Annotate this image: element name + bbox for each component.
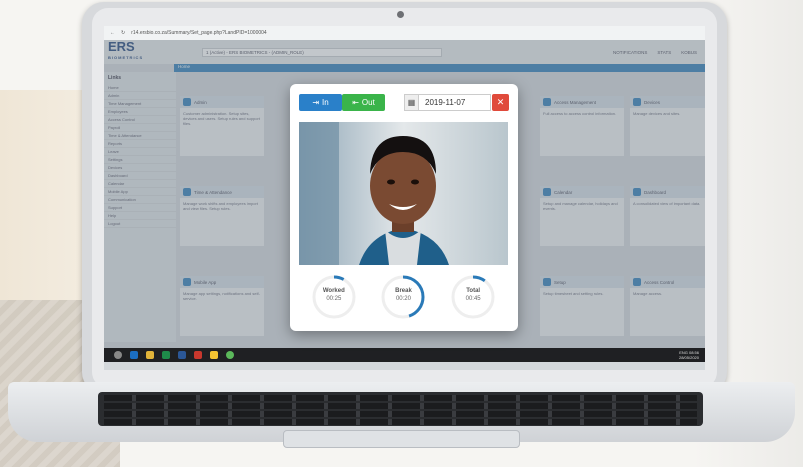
url-text[interactable]: r14.ersbio.co.za/Summary/Set_page.php?La… [131,30,267,36]
clear-date-button[interactable]: ✕ [492,94,509,111]
clock-in-label: In [322,98,329,107]
calendar-icon[interactable]: ▦ [404,94,419,111]
key-row [104,411,697,417]
date-input[interactable] [419,94,491,111]
chrome-icon[interactable] [146,351,154,359]
clock-out-label: Out [361,98,375,107]
app-icon[interactable] [226,351,234,359]
touchpad [283,430,520,448]
time-gauges: Worked 00:25 Break 00:20 Total 00:45 [299,270,508,324]
clock-in-button[interactable]: ⇥ In [299,94,342,111]
gauge-total: Total 00:45 [450,274,496,320]
system-tray: ENG 08:56 28/05/2020 [679,350,705,360]
pdf-icon[interactable] [194,351,202,359]
gauge-value: 00:25 [326,296,342,302]
sign-in-icon: ⇥ [312,98,320,107]
portrait-illustration [299,122,508,265]
sign-out-icon: ⇤ [352,98,359,107]
search-icon[interactable] [114,351,122,359]
browser-address-bar[interactable]: ← ↻ r14.ersbio.co.za/Summary/Set_page.ph… [104,26,705,40]
webcam-icon [397,11,404,18]
gauge-value: 00:45 [465,296,481,302]
back-icon[interactable]: ← [110,30,115,36]
excel-icon[interactable] [162,351,170,359]
gauge-break: Break 00:20 [380,274,426,320]
clock-modal: ⇥ In ⇤ Out ▦ ✕ Worked 00:25 Break 00:20 Tota… [290,84,518,331]
clock-out-button[interactable]: ⇤ Out [342,94,385,111]
folder-icon[interactable] [210,351,218,359]
edge-icon[interactable] [130,351,138,359]
gauge-label: Break [395,288,412,294]
key-row [104,419,697,425]
key-row [104,403,697,409]
clock-date[interactable]: 28/05/2020 [679,355,699,360]
word-icon[interactable] [178,351,186,359]
gauge-label: Worked [322,288,345,294]
employee-photo [299,122,508,265]
gauge-label: Total [466,288,481,294]
windows-taskbar: ENG 08:56 28/05/2020 [104,348,705,362]
close-icon: ✕ [496,97,505,107]
refresh-icon[interactable]: ↻ [121,30,125,36]
date-picker: ▦ ✕ [404,94,509,111]
gauge-worked: Worked 00:25 [311,274,357,320]
gauge-value: 00:20 [395,296,411,302]
key-row [104,395,697,401]
